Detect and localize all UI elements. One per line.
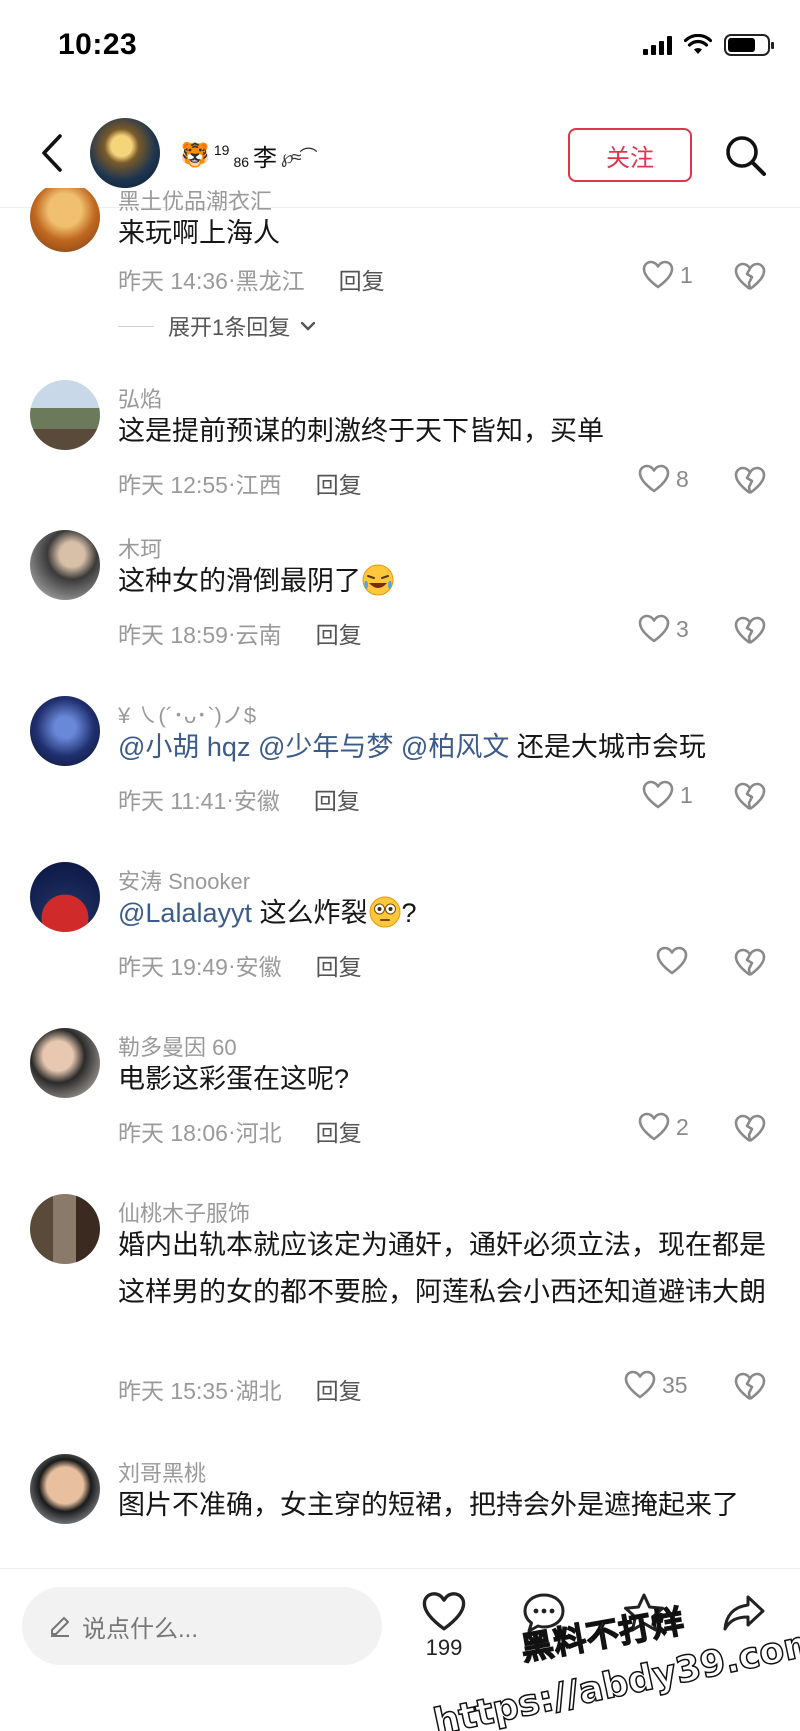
broken-heart-icon[interactable] bbox=[734, 1114, 766, 1144]
like-count: 1 bbox=[680, 261, 693, 288]
post-like-count: 199 bbox=[425, 1635, 463, 1660]
reply-button[interactable]: 回复 bbox=[316, 466, 362, 500]
heart-icon bbox=[624, 1370, 656, 1399]
like-button[interactable]: 8 bbox=[638, 464, 689, 494]
like-count: 1 bbox=[680, 781, 693, 808]
comment-text: 来玩啊上海人 bbox=[118, 218, 280, 248]
like-count: 2 bbox=[676, 1113, 689, 1140]
broken-heart-icon[interactable] bbox=[734, 262, 766, 292]
author-name[interactable]: 🐯 19 86 李 ℘≈⌒ bbox=[180, 138, 318, 173]
share-post-button[interactable] bbox=[704, 1591, 784, 1635]
mention-link[interactable]: @少年与梦 bbox=[258, 732, 393, 762]
heart-icon bbox=[638, 614, 670, 643]
broken-heart-icon[interactable] bbox=[734, 466, 766, 496]
battery-icon bbox=[724, 34, 774, 56]
like-count: 35 bbox=[662, 1371, 688, 1398]
comment-meta: 昨天 14:36 · 黑龙江 回复 bbox=[118, 262, 385, 296]
broken-heart-icon[interactable] bbox=[734, 782, 766, 812]
commenter-avatar[interactable] bbox=[30, 862, 100, 932]
like-count: 8 bbox=[676, 465, 689, 492]
mention-link[interactable]: @Lalalayyt bbox=[118, 898, 252, 928]
reply-button[interactable]: 回复 bbox=[316, 1114, 362, 1148]
follow-button[interactable]: 关注 bbox=[568, 128, 692, 182]
laughing-crying-emoji-icon bbox=[362, 564, 394, 596]
expand-replies-button[interactable]: 展开1条回复 bbox=[118, 310, 316, 342]
comment-text: @小胡 hqz @少年与梦 @柏风文 还是大城市会玩 bbox=[118, 732, 706, 762]
comment-text: @Lalalayyt 这么炸裂? bbox=[118, 890, 768, 937]
comment-meta: 昨天 19:49 · 安徽 回复 bbox=[118, 948, 362, 982]
like-count: 3 bbox=[676, 615, 689, 642]
broken-heart-icon[interactable] bbox=[734, 1372, 766, 1402]
star-icon bbox=[624, 1593, 664, 1632]
commenter-avatar[interactable] bbox=[30, 188, 100, 252]
commenter-avatar[interactable] bbox=[30, 1454, 100, 1524]
like-button[interactable]: 35 bbox=[624, 1370, 688, 1400]
reply-button[interactable]: 回复 bbox=[314, 782, 360, 816]
like-button[interactable] bbox=[656, 946, 694, 976]
flushed-face-emoji-icon bbox=[369, 896, 400, 928]
comment-text: 图片不准确，女主穿的短裙，把持会外是遮掩起来了 bbox=[118, 1490, 739, 1520]
reply-button[interactable]: 回复 bbox=[316, 948, 362, 982]
heart-icon bbox=[642, 780, 674, 809]
comment-meta: 昨天 11:41 · 安徽 回复 bbox=[118, 782, 360, 816]
comment-meta: 昨天 15:35 · 湖北 回复 bbox=[118, 1372, 362, 1406]
chat-bubble-icon bbox=[523, 1593, 565, 1633]
broken-heart-icon[interactable] bbox=[734, 616, 766, 646]
search-icon bbox=[726, 136, 766, 176]
status-bar: 10:23 bbox=[0, 0, 800, 95]
chevron-left-icon bbox=[42, 134, 62, 172]
comment-meta: 昨天 18:06 · 河北 回复 bbox=[118, 1114, 362, 1148]
broken-heart-icon[interactable] bbox=[734, 948, 766, 978]
pencil-icon bbox=[51, 1617, 69, 1637]
bottom-action-bar: 说点什么... 199 bbox=[0, 1568, 800, 1731]
commenter-avatar[interactable] bbox=[30, 1194, 100, 1264]
heart-icon bbox=[422, 1592, 466, 1631]
like-button[interactable]: 3 bbox=[638, 614, 689, 644]
heart-icon bbox=[638, 464, 670, 493]
comment-text: 婚内出轨本就应该定为通奸，通奸必须立法，现在都是这样男的女的都不要脸，阿莲私会小… bbox=[118, 1230, 766, 1307]
commenter-avatar[interactable] bbox=[30, 530, 100, 600]
like-post-button[interactable]: 199 bbox=[404, 1591, 484, 1661]
comment-meta: 昨天 12:55 · 江西 回复 bbox=[118, 466, 362, 500]
status-time: 10:23 bbox=[58, 28, 138, 61]
author-avatar[interactable] bbox=[90, 118, 160, 188]
cellular-signal-icon bbox=[643, 35, 672, 55]
reply-button[interactable]: 回复 bbox=[316, 1372, 362, 1406]
status-icons bbox=[643, 34, 774, 56]
like-button[interactable]: 2 bbox=[638, 1112, 689, 1142]
commenter-avatar[interactable] bbox=[30, 696, 100, 766]
back-button[interactable] bbox=[32, 130, 72, 176]
commenter-avatar[interactable] bbox=[30, 1028, 100, 1098]
tiger-emoji: 🐯 bbox=[180, 142, 210, 169]
share-arrow-icon bbox=[723, 1595, 765, 1631]
comment-input[interactable]: 说点什么... bbox=[22, 1587, 382, 1665]
mention-link[interactable]: @小胡 hqz bbox=[118, 732, 250, 762]
search-button[interactable] bbox=[722, 132, 770, 180]
comment-input-placeholder: 说点什么... bbox=[82, 1615, 199, 1643]
comment-list: 黑土优品潮衣汇 来玩啊上海人 昨天 14:36 · 黑龙江 回复 1 展开1条回复 … bbox=[0, 188, 800, 1568]
like-button[interactable]: 1 bbox=[642, 260, 693, 290]
comment-text: 这种女的滑倒最阴了 bbox=[118, 558, 768, 605]
favorite-post-button[interactable] bbox=[604, 1591, 684, 1635]
comment-text: 电影这彩蛋在这呢? bbox=[118, 1064, 350, 1094]
comment-meta: 昨天 18:59 · 云南 回复 bbox=[118, 616, 362, 650]
wifi-icon bbox=[684, 34, 712, 54]
heart-icon bbox=[656, 946, 688, 975]
comment-text: 这是提前预谋的刺激终于天下皆知，买单 bbox=[118, 416, 604, 446]
comment-post-button[interactable] bbox=[504, 1591, 584, 1635]
heart-icon bbox=[642, 260, 674, 289]
chevron-down-icon bbox=[301, 321, 316, 331]
reply-button[interactable]: 回复 bbox=[316, 616, 362, 650]
heart-icon bbox=[638, 1112, 670, 1141]
like-button[interactable]: 1 bbox=[642, 780, 693, 810]
commenter-avatar[interactable] bbox=[30, 380, 100, 450]
reply-button[interactable]: 回复 bbox=[339, 262, 385, 296]
mention-link[interactable]: @柏风文 bbox=[401, 732, 509, 762]
